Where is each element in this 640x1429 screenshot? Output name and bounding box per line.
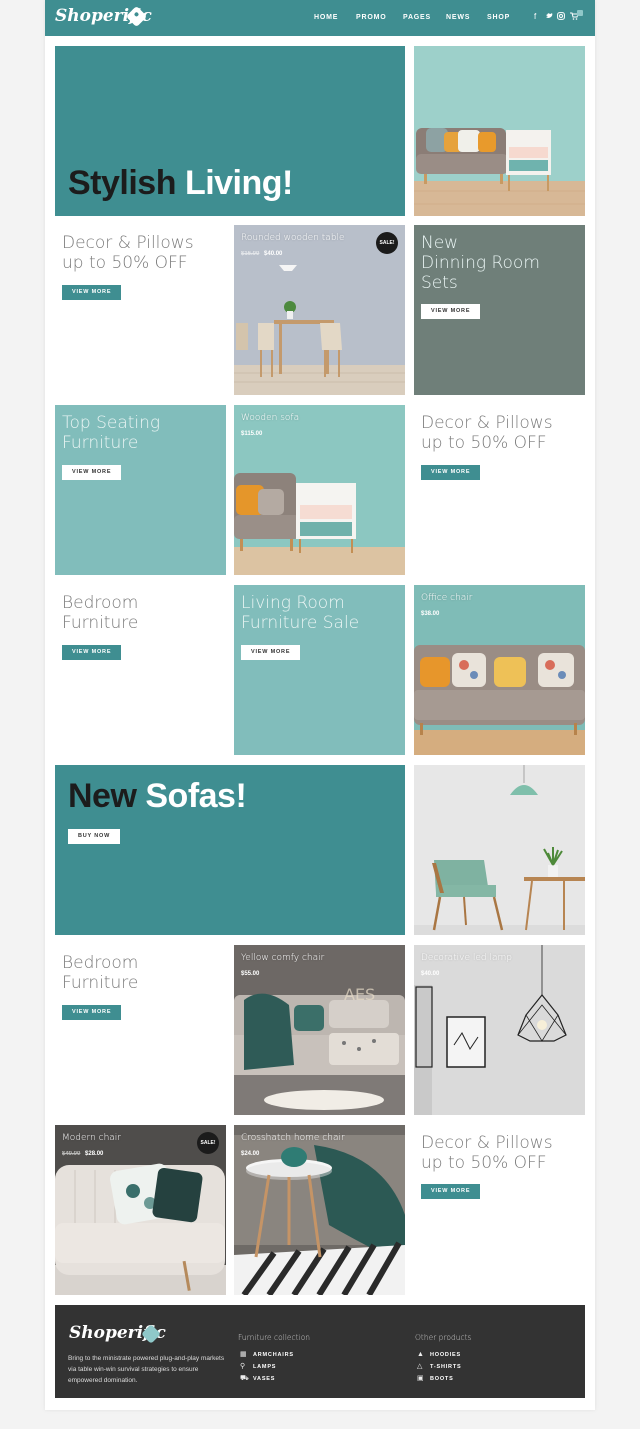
product-price: $38.00 <box>421 611 440 617</box>
twitter-icon[interactable] <box>545 12 553 22</box>
product-decorative-led-lamp[interactable]: Decorative led lamp $40.00 <box>414 945 585 1115</box>
hero-title: Stylish Living! <box>68 164 293 202</box>
footer: Shoperific Bring to the ministrate power… <box>55 1305 585 1398</box>
view-more-button[interactable]: VIEW MORE <box>421 1184 481 1199</box>
cart-badge <box>577 10 583 16</box>
promo-bedroom-furniture: Bedroom Furniture VIEW MORE <box>55 945 226 1115</box>
boot-icon: ▣ <box>417 1375 424 1382</box>
product-name: Rounded wooden table <box>241 233 345 243</box>
promo-title: New Dinning Room Sets <box>421 233 540 293</box>
vase-icon: ⛟ <box>240 1375 249 1382</box>
view-more-button[interactable]: VIEW MORE <box>62 465 122 480</box>
view-more-button[interactable]: VIEW MORE <box>241 645 301 660</box>
sale-badge: SALE! <box>376 232 398 254</box>
product-rounded-wooden-table[interactable]: Rounded wooden table $16.00 $40.00 SALE! <box>234 225 405 395</box>
sofas-title: New Sofas! <box>68 777 247 815</box>
view-more-button[interactable]: VIEW MORE <box>421 465 481 480</box>
product-office-chair[interactable]: Office chair $38.00 <box>414 585 585 755</box>
product-wooden-sofa[interactable]: Wooden sofa $115.00 <box>234 405 405 575</box>
living-room-image: AES <box>234 945 405 1115</box>
promo-title: Decor & Pillows up to 50% OFF <box>421 1133 553 1173</box>
footer-link-boots[interactable]: BOOTS <box>430 1376 454 1382</box>
facebook-icon[interactable]: f <box>534 12 536 21</box>
product-name: Office chair <box>421 593 473 603</box>
pendant-lamp-image <box>414 945 585 1115</box>
sofa-room-illustration <box>414 46 585 216</box>
armchair-room-image[interactable] <box>414 765 585 935</box>
sale-badge: SALE! <box>197 1132 219 1154</box>
promo-living-room: Living Room Furniture Sale VIEW MORE <box>234 585 405 755</box>
promo-decor-pillows: Decor & Pillows up to 50% OFF VIEW MORE <box>55 225 226 395</box>
view-more-button[interactable]: VIEW MORE <box>62 1005 122 1020</box>
footer-description: Bring to the ministrate powered plug-and… <box>68 1355 225 1384</box>
product-price: $115.00 <box>241 431 263 437</box>
product-price: $24.00 <box>241 1151 260 1157</box>
hero-banner[interactable]: Stylish Living! <box>55 46 405 216</box>
promo-title: Bedroom Furniture <box>62 953 139 993</box>
svg-text:AES: AES <box>344 985 375 1004</box>
product-name: Yellow comfy chair <box>241 953 325 963</box>
product-price: $40.00 $28.00 <box>62 1151 104 1157</box>
product-price: $55.00 <box>241 971 260 977</box>
footer-link-vases[interactable]: VASES <box>253 1376 275 1382</box>
footer-link-tshirts[interactable]: T-SHIRTS <box>430 1364 461 1370</box>
side-table-image <box>234 1125 405 1295</box>
product-price: $40.00 <box>421 971 440 977</box>
promo-title: Living Room Furniture Sale <box>241 593 360 633</box>
nav-pages[interactable]: PAGES <box>403 14 431 21</box>
view-more-button[interactable]: VIEW MORE <box>62 645 122 660</box>
promo-title: Decor & Pillows up to 50% OFF <box>62 233 194 273</box>
nav-promo[interactable]: PROMO <box>356 14 386 21</box>
buy-now-button[interactable]: BUY NOW <box>68 829 121 844</box>
armchair-icon: ▦ <box>240 1351 247 1358</box>
promo-bedroom-furniture: Bedroom Furniture VIEW MORE <box>55 585 226 755</box>
product-modern-chair[interactable]: Modern chair $40.00 $28.00 SALE! <box>55 1125 226 1295</box>
promo-decor-pillows: Decor & Pillows up to 50% OFF VIEW MORE <box>414 1125 585 1295</box>
promo-title: Top Seating Furniture <box>62 413 161 453</box>
footer-link-armchairs[interactable]: ARMCHAIRS <box>253 1352 294 1358</box>
view-more-button[interactable]: VIEW MORE <box>421 304 481 319</box>
product-name: Crosshatch home chair <box>241 1133 345 1143</box>
lamp-icon: ⚲ <box>240 1363 246 1370</box>
nav-home[interactable]: HOME <box>314 14 338 21</box>
footer-col2-title: Other products <box>415 1333 472 1342</box>
footer-col1-title: Furniture collection <box>238 1333 311 1342</box>
instagram-icon[interactable] <box>557 12 565 22</box>
product-yellow-comfy-chair[interactable]: AES Yellow comfy chair $55.00 <box>234 945 405 1115</box>
footer-link-lamps[interactable]: LAMPS <box>253 1364 276 1370</box>
new-sofas-banner[interactable]: New Sofas! BUY NOW <box>55 765 405 935</box>
top-navbar: Shoperific HOME PROMO PAGES NEWS SHOP f <box>45 0 595 36</box>
promo-dinning-room: New Dinning Room Sets VIEW MORE <box>414 225 585 395</box>
nav-news[interactable]: NEWS <box>446 14 470 21</box>
armchair-lamp-illustration <box>414 765 585 935</box>
promo-title: Bedroom Furniture <box>62 593 139 633</box>
promo-decor-pillows: Decor & Pillows up to 50% OFF VIEW MORE <box>414 405 585 575</box>
product-name: Wooden sofa <box>241 413 300 423</box>
product-name: Modern chair <box>62 1133 121 1143</box>
promo-title: Decor & Pillows up to 50% OFF <box>421 413 553 453</box>
sofa-nightstand-image[interactable] <box>414 46 585 216</box>
product-price: $16.00 $40.00 <box>241 251 283 257</box>
nav-shop[interactable]: SHOP <box>487 14 510 21</box>
view-more-button[interactable]: VIEW MORE <box>62 285 122 300</box>
product-crosshatch-home-chair[interactable]: Crosshatch home chair $24.00 <box>234 1125 405 1295</box>
sofa-pillows-image <box>414 585 585 755</box>
footer-link-hoodies[interactable]: HOODIES <box>430 1352 461 1358</box>
hoodie-icon: ▲ <box>417 1351 424 1358</box>
page: Shoperific HOME PROMO PAGES NEWS SHOP f … <box>45 0 595 1410</box>
tshirt-icon: △ <box>417 1363 423 1370</box>
product-name: Decorative led lamp <box>421 953 512 963</box>
promo-top-seating: Top Seating Furniture VIEW MORE <box>55 405 226 575</box>
